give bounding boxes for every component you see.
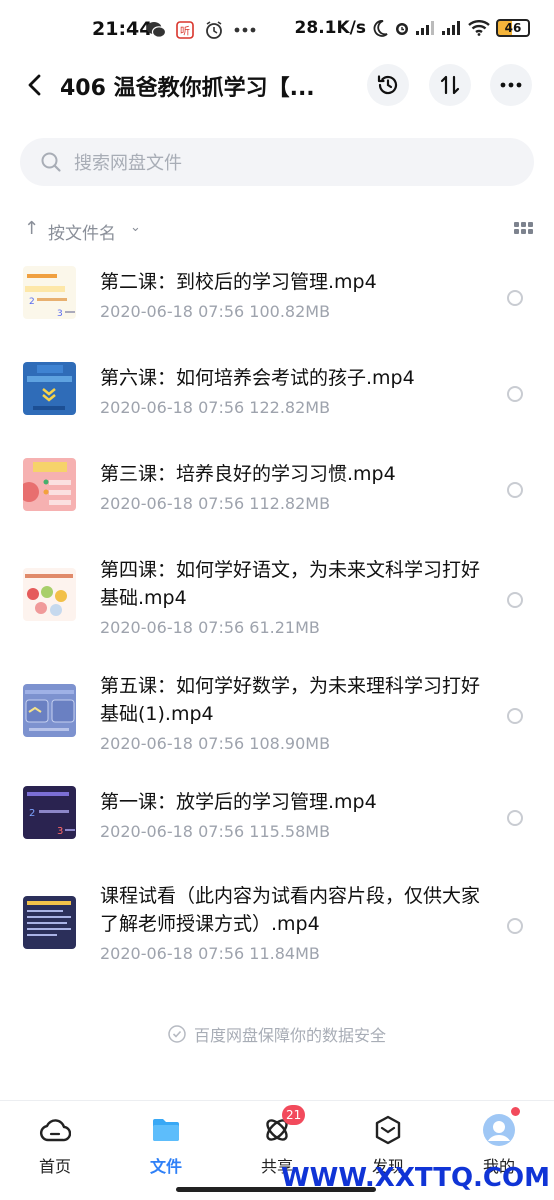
svg-text:3: 3 <box>57 826 63 837</box>
sort-label: 按文件名 <box>48 224 116 244</box>
notification-dot <box>511 1107 520 1116</box>
signal-icon-1 <box>416 21 434 35</box>
listen-app-icon: 听 <box>176 21 194 39</box>
video-thumbnail <box>23 362 76 415</box>
select-checkbox[interactable] <box>507 708 523 724</box>
chevron-down-icon: ⌄ <box>130 220 141 235</box>
file-name: 课程试看（此内容为试看内容片段，仅供大家了解老师授课方式）.mp4 <box>100 885 481 935</box>
sort-bar: ↑ 按文件名 ⌄ <box>22 216 534 246</box>
alarm-icon <box>206 21 222 39</box>
security-note-text: 百度网盘保障你的数据安全 <box>193 1026 386 1045</box>
file-name: 第六课：如何培养会考试的孩子.mp4 <box>100 367 415 389</box>
security-note: 百度网盘保障你的数据安全 <box>0 1022 554 1046</box>
file-row[interactable]: 23 第二课：到校后的学习管理.mp4 2020-06-18 07:56 100… <box>0 262 554 342</box>
video-thumbnail <box>23 684 76 737</box>
sort-up-arrow-icon: ↑ <box>24 218 40 239</box>
avatar <box>482 1107 520 1147</box>
select-checkbox[interactable] <box>507 482 523 498</box>
moon-icon <box>373 20 388 37</box>
nav-files[interactable]: 文件 <box>126 1113 206 1177</box>
transfer-arrows-icon <box>440 75 460 95</box>
more-dots-icon <box>500 82 522 88</box>
folder-icon <box>149 1113 183 1147</box>
file-row[interactable]: 课程试看（此内容为试看内容片段，仅供大家了解老师授课方式）.mp4 2020-0… <box>0 880 554 978</box>
video-thumbnail: 23 <box>23 786 76 839</box>
file-row[interactable]: 第五课：如何学好数学，为未来理科学习打好基础(1).mp4 2020-06-18… <box>0 670 554 768</box>
svg-text:听: 听 <box>180 26 190 38</box>
file-meta: 2020-06-18 07:56 108.90MB <box>100 734 331 753</box>
cloud-icon <box>38 1113 72 1147</box>
file-meta: 2020-06-18 07:56 115.58MB <box>100 822 331 841</box>
history-button[interactable] <box>367 64 409 106</box>
status-notification-icons: 听 <box>146 20 256 40</box>
chevron-left-icon <box>28 74 41 96</box>
alarm-small-icon <box>396 23 408 35</box>
wechat-icon <box>146 22 166 38</box>
file-meta: 2020-06-18 07:56 122.82MB <box>100 398 331 417</box>
search-icon <box>41 152 61 172</box>
search-placeholder: 搜索网盘文件 <box>74 153 182 174</box>
file-name: 第一课：放学后的学习管理.mp4 <box>100 791 377 813</box>
sort-button[interactable]: ↑ 按文件名 ⌄ <box>22 216 152 246</box>
grid-view-icon[interactable] <box>514 222 534 236</box>
shield-icon <box>168 1025 186 1043</box>
file-meta: 2020-06-18 07:56 61.21MB <box>100 618 320 637</box>
video-thumbnail <box>23 896 76 949</box>
file-row[interactable]: 第六课：如何培养会考试的孩子.mp4 2020-06-18 07:56 122.… <box>0 358 554 438</box>
file-row[interactable]: 第四课：如何学好语文，为未来文科学习打好基础.mp4 2020-06-18 07… <box>0 554 554 652</box>
video-thumbnail <box>23 568 76 621</box>
file-row[interactable]: 23 第一课：放学后的学习管理.mp4 2020-06-18 07:56 115… <box>0 782 554 862</box>
select-checkbox[interactable] <box>507 592 523 608</box>
history-clock-icon <box>377 75 398 95</box>
video-thumbnail: 23 <box>23 266 76 319</box>
status-bar: 21:44 听 28.1K/s 46 <box>0 0 554 64</box>
battery-indicator: 46 <box>496 19 530 37</box>
nav-home[interactable]: 首页 <box>15 1113 95 1177</box>
header-bar: 406 温爸教你抓学习【... <box>0 60 554 110</box>
select-checkbox[interactable] <box>507 290 523 306</box>
file-row[interactable]: 第三课：培养良好的学习习惯.mp4 2020-06-18 07:56 112.8… <box>0 454 554 534</box>
search-input[interactable]: 搜索网盘文件 <box>20 138 534 186</box>
page-title: 406 温爸教你抓学习【... <box>60 76 315 101</box>
net-speed: 28.1K/s <box>294 18 366 38</box>
wifi-icon <box>468 20 490 36</box>
video-thumbnail <box>23 458 76 511</box>
nav-home-label: 首页 <box>38 1157 71 1176</box>
share-badge: 21 <box>282 1105 306 1125</box>
file-meta: 2020-06-18 07:56 100.82MB <box>100 302 331 321</box>
svg-text:2: 2 <box>29 297 35 307</box>
file-name: 第四课：如何学好语文，为未来文科学习打好基础.mp4 <box>100 559 481 609</box>
more-notifications-icon <box>234 27 256 33</box>
status-right: 28.1K/s 46 <box>295 18 530 38</box>
select-checkbox[interactable] <box>507 386 523 402</box>
share-orbit-icon: 21 <box>260 1105 306 1147</box>
watermark-text: WWW.XXTTQ.COM <box>281 1163 550 1193</box>
file-name: 第五课：如何学好数学，为未来理科学习打好基础(1).mp4 <box>100 675 481 725</box>
signal-icon-2 <box>442 21 460 35</box>
status-time: 21:44 <box>92 18 153 40</box>
select-checkbox[interactable] <box>507 918 523 934</box>
file-meta: 2020-06-18 07:56 11.84MB <box>100 944 320 963</box>
file-name: 第三课：培养良好的学习习惯.mp4 <box>100 463 396 485</box>
file-name: 第二课：到校后的学习管理.mp4 <box>100 271 377 293</box>
cube-icon <box>371 1113 405 1147</box>
back-button[interactable] <box>20 70 48 100</box>
file-meta: 2020-06-18 07:56 112.82MB <box>100 494 331 513</box>
transfer-button[interactable] <box>429 64 471 106</box>
select-checkbox[interactable] <box>507 810 523 826</box>
svg-text:3: 3 <box>57 309 63 319</box>
svg-text:2: 2 <box>29 808 35 819</box>
nav-files-label: 文件 <box>149 1157 182 1176</box>
more-options-button[interactable] <box>490 64 532 106</box>
